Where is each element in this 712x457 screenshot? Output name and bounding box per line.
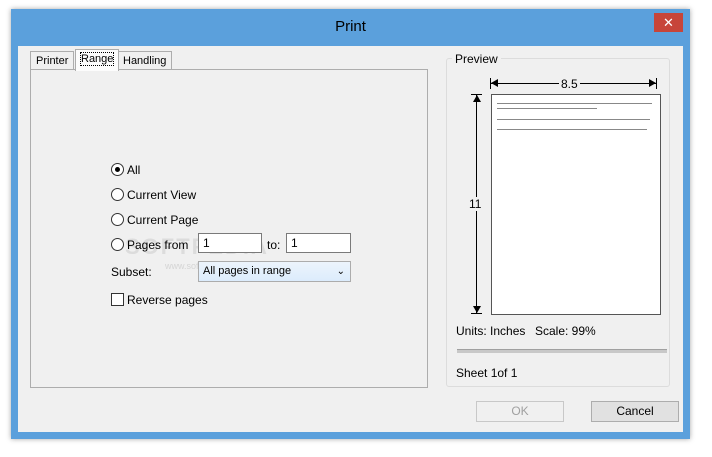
range-panel: SOFTPEDIA www.softpedia.com All Current … — [30, 69, 428, 388]
arrow-right-icon — [649, 79, 656, 87]
radio-pages-from[interactable]: Pages from — [111, 237, 188, 253]
tab-range[interactable]: Range — [75, 49, 120, 71]
tab-label: Range — [79, 52, 115, 66]
print-dialog: Print ✕ Printer Range Handling SOFTPEDIA… — [11, 9, 690, 439]
window-title: Print — [335, 18, 366, 35]
units-text: Units: Inches — [456, 324, 526, 338]
radio-label: All — [127, 163, 141, 177]
radio-button[interactable] — [111, 238, 124, 251]
radio-button[interactable] — [111, 188, 124, 201]
subset-value: All pages in range — [203, 265, 292, 277]
preview-legend: Preview — [452, 52, 501, 66]
tab-printer[interactable]: Printer — [30, 51, 75, 70]
subset-select[interactable]: All pages in range ⌄ — [198, 261, 351, 282]
preview-text-line — [497, 103, 652, 104]
preview-text-line — [497, 108, 597, 109]
radio-button[interactable] — [111, 163, 124, 176]
pages-from-input[interactable]: 1 — [198, 233, 262, 253]
arrow-down-icon — [473, 306, 481, 313]
tab-label: Handling — [123, 55, 167, 67]
checkbox[interactable] — [111, 293, 124, 306]
reverse-pages-checkbox[interactable]: Reverse pages — [111, 292, 208, 308]
close-icon: ✕ — [663, 15, 674, 30]
height-label: 11 — [467, 197, 484, 211]
preview-text-line — [497, 129, 647, 130]
title-bar[interactable]: Print ✕ — [11, 9, 690, 46]
subset-label: Subset: — [111, 265, 152, 279]
checkbox-label: Reverse pages — [127, 293, 208, 307]
width-tick-right — [656, 78, 657, 89]
dialog-client: Printer Range Handling SOFTPEDIA www.sof… — [18, 46, 683, 432]
scale-text: Scale: 99% — [535, 324, 596, 338]
radio-all[interactable]: All — [111, 162, 140, 178]
sheet-text: Sheet 1of 1 — [456, 366, 518, 380]
radio-current-view[interactable]: Current View — [111, 187, 196, 203]
pages-to-input[interactable]: 1 — [286, 233, 351, 253]
cancel-button[interactable]: Cancel — [591, 401, 679, 422]
tab-label: Printer — [36, 55, 69, 67]
arrow-left-icon — [491, 79, 498, 87]
radio-current-page[interactable]: Current Page — [111, 212, 198, 228]
preview-page — [491, 94, 661, 315]
chevron-down-icon: ⌄ — [336, 266, 345, 277]
radio-label: Current Page — [127, 213, 199, 227]
tab-handling[interactable]: Handling — [117, 51, 173, 70]
preview-progress-bar — [457, 349, 667, 353]
width-label: 8.5 — [559, 77, 580, 91]
close-button[interactable]: ✕ — [654, 13, 683, 32]
radio-label: Pages from — [127, 238, 189, 252]
ok-button[interactable]: OK — [476, 401, 564, 422]
radio-label: Current View — [127, 188, 197, 202]
preview-text-line — [497, 119, 650, 120]
height-tick-bottom — [471, 313, 482, 314]
radio-button[interactable] — [111, 213, 124, 226]
arrow-up-icon — [473, 95, 481, 102]
to-label: to: — [267, 238, 281, 252]
